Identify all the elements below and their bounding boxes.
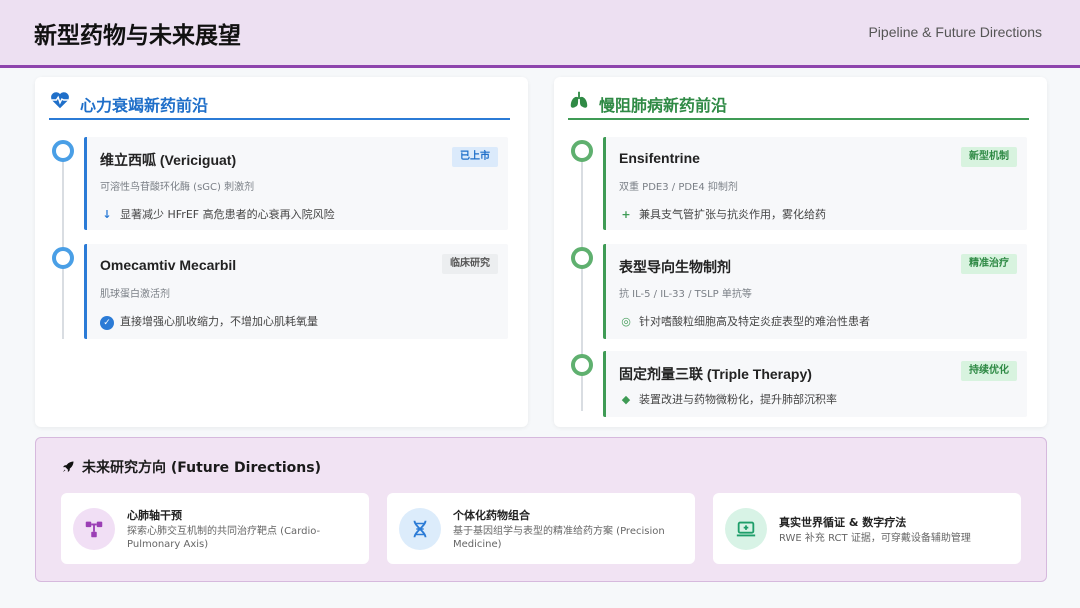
drug-name: 固定剂量三联 (Triple Therapy) [619, 366, 812, 382]
laptop-medical-icon [736, 521, 756, 537]
direction-icon-bg [725, 508, 767, 550]
arrow-down-icon: ↓ [102, 208, 112, 221]
direction-name: 心肺轴干预 [127, 509, 182, 522]
future-directions-panel: 未来研究方向 (Future Directions) 心肺轴干预 探索心肺交互机… [35, 437, 1047, 582]
drug-note: ↓ 显著减少 HFrEF 高危患者的心衰再入院风险 [100, 206, 335, 222]
timeline-line [62, 149, 64, 339]
drug-name: Ensifentrine [619, 150, 700, 166]
drug-note: ✓ 直接增强心肌收缩力，不增加心肌耗氧量 [100, 313, 318, 330]
drug-note: + 兼具支气管扩张与抗炎作用，雾化给药 [619, 206, 826, 222]
target-icon: ◎ [621, 315, 631, 328]
timeline-node [571, 354, 593, 376]
drug-card[interactable]: 表型导向生物制剂 抗 IL-5 / IL-33 / TSLP 单抗等 精准治疗 … [603, 244, 1027, 339]
drug-desc: 双重 PDE3 / PDE4 抑制剂 [619, 182, 738, 193]
status-badge: 精准治疗 [961, 254, 1017, 274]
drug-note-text: 兼具支气管扩张与抗炎作用，雾化给药 [639, 208, 826, 221]
direction-desc: RWE 补充 RCT 证据，可穿戴设备辅助管理 [779, 533, 971, 544]
status-badge: 已上市 [452, 147, 498, 167]
lungs-icon [570, 91, 588, 108]
status-badge: 临床研究 [442, 254, 498, 274]
drug-card[interactable]: Omecamtiv Mecarbil 肌球蛋白激活剂 临床研究 ✓ 直接增强心肌收… [84, 244, 508, 339]
drug-name: 表型导向生物制剂 [619, 259, 731, 275]
heart-failure-panel: 心力衰竭新药前沿 维立西呱 (Vericiguat) 可溶性鸟苷酸环化酶 (sG… [35, 77, 528, 427]
drug-note: ◎ 针对嗜酸粒细胞高及特定炎症表型的难治性患者 [619, 313, 870, 329]
direction-desc: 探索心肺交互机制的共同治疗靶点 (Cardio-Pulmonary Axis) [127, 526, 321, 550]
panel-title: 心力衰竭新药前沿 [80, 96, 209, 115]
status-badge: 持续优化 [961, 361, 1017, 381]
drug-card[interactable]: 固定剂量三联 (Triple Therapy) 持续优化 ◆ 装置改进与药物微粉化… [603, 351, 1027, 417]
drug-desc: 抗 IL-5 / IL-33 / TSLP 单抗等 [619, 289, 752, 300]
drug-note-text: 显著减少 HFrEF 高危患者的心衰再入院风险 [120, 208, 335, 221]
direction-name: 个体化药物组合 [453, 509, 530, 522]
drug-desc: 可溶性鸟苷酸环化酶 (sGC) 刺激剂 [100, 182, 255, 193]
page-title: 新型药物与未来展望 [34, 23, 241, 49]
direction-icon-bg [73, 508, 115, 550]
panel-header: 慢阻肺病新药前沿 [568, 87, 1029, 120]
future-title: 未来研究方向 (Future Directions) [61, 457, 321, 477]
direction-name: 真实世界循证 & 数字疗法 [779, 516, 907, 529]
check-circle-icon: ✓ [100, 316, 114, 330]
drug-name: 维立西呱 (Vericiguat) [100, 152, 237, 168]
future-title-text: 未来研究方向 (Future Directions) [82, 460, 321, 476]
timeline-node [571, 140, 593, 162]
direction-card[interactable]: 个体化药物组合 基于基因组学与表型的精准给药方案 (Precision Medi… [387, 493, 695, 564]
dna-icon [413, 520, 427, 538]
timeline-node [52, 247, 74, 269]
drug-note-text: 装置改进与药物微粉化，提升肺部沉积率 [639, 393, 837, 406]
status-badge: 新型机制 [961, 147, 1017, 167]
panel-header: 心力衰竭新药前沿 [49, 87, 510, 120]
drug-note-text: 针对嗜酸粒细胞高及特定炎症表型的难治性患者 [639, 315, 870, 328]
timeline-node [571, 247, 593, 269]
direction-desc: 基于基因组学与表型的精准给药方案 (Precision Medicine) [453, 526, 665, 550]
plus-icon: + [621, 208, 631, 221]
drug-note: ◆ 装置改进与药物微粉化，提升肺部沉积率 [619, 391, 837, 407]
network-icon [85, 521, 103, 538]
drug-card[interactable]: Ensifentrine 双重 PDE3 / PDE4 抑制剂 新型机制 + 兼具… [603, 137, 1027, 230]
rocket-icon [62, 461, 74, 473]
drug-name: Omecamtiv Mecarbil [100, 257, 237, 273]
heartbeat-icon [51, 92, 69, 109]
copd-panel: 慢阻肺病新药前沿 Ensifentrine 双重 PDE3 / PDE4 抑制剂… [554, 77, 1047, 427]
timeline-node [52, 140, 74, 162]
direction-card[interactable]: 心肺轴干预 探索心肺交互机制的共同治疗靶点 (Cardio-Pulmonary … [61, 493, 369, 564]
page-subtitle: Pipeline & Future Directions [868, 24, 1042, 40]
layers-icon: ◆ [621, 393, 631, 406]
header: 新型药物与未来展望 Pipeline & Future Directions [0, 0, 1080, 68]
direction-icon-bg [399, 508, 441, 550]
direction-card[interactable]: 真实世界循证 & 数字疗法 RWE 补充 RCT 证据，可穿戴设备辅助管理 [713, 493, 1021, 564]
drug-card[interactable]: 维立西呱 (Vericiguat) 可溶性鸟苷酸环化酶 (sGC) 刺激剂 已上… [84, 137, 508, 230]
drug-note-text: 直接增强心肌收缩力，不增加心肌耗氧量 [120, 315, 318, 328]
panel-title: 慢阻肺病新药前沿 [599, 96, 728, 115]
drug-desc: 肌球蛋白激活剂 [100, 289, 170, 300]
